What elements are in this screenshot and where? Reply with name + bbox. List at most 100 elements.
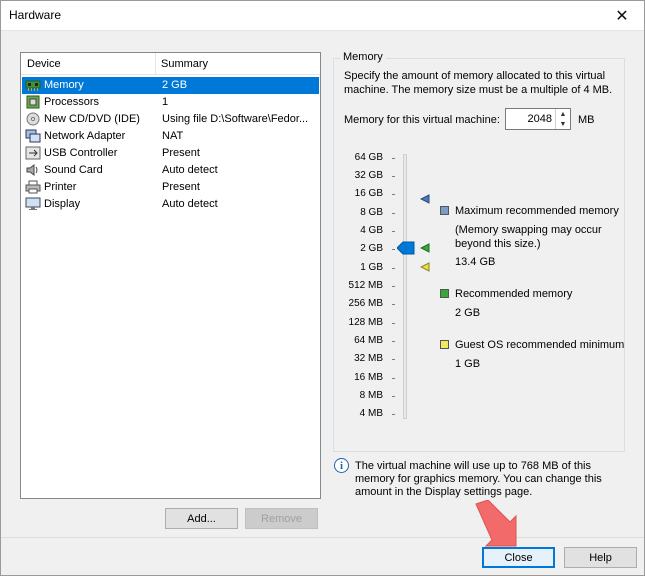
slider-tickmark [392, 359, 395, 360]
device-row-display[interactable]: Display Auto detect [22, 196, 319, 213]
device-name: Sound Card [44, 164, 103, 176]
max-recommended-value: 13.4 GB [455, 256, 496, 268]
device-summary: 1 [162, 96, 169, 108]
device-row-cd-dvd[interactable]: New CD/DVD (IDE) Using file D:\Software\… [22, 111, 319, 128]
column-separator[interactable] [155, 53, 156, 75]
slider-tick-label: 32 MB [354, 353, 383, 364]
slider-tickmark [392, 176, 395, 177]
slider-tick-label: 8 MB [359, 390, 383, 401]
slider-tickmark [392, 341, 395, 342]
slider-tick-label: 16 GB [354, 188, 383, 199]
remove-button[interactable]: Remove [245, 508, 318, 529]
help-button[interactable]: Help [564, 547, 637, 568]
device-row-processors[interactable]: Processors 1 [22, 94, 319, 111]
recommended-marker-icon [420, 243, 430, 253]
slider-tickmark [392, 158, 395, 159]
sound-card-icon [26, 164, 38, 176]
slider-tickmark [392, 304, 395, 305]
device-summary: NAT [162, 130, 184, 142]
close-icon[interactable]: ✕ [599, 0, 645, 31]
device-row-usb-controller[interactable]: USB Controller Present [22, 145, 319, 162]
minimum-swatch-icon [440, 340, 449, 349]
device-summary: 2 GB [162, 79, 188, 91]
memory-value[interactable]: 2048 [528, 113, 552, 125]
device-name: USB Controller [44, 147, 118, 159]
slider-tickmark [392, 213, 395, 214]
slider-tickmark [392, 378, 395, 379]
slider-tick-label: 4 MB [359, 408, 383, 419]
slider-tick-label: 32 GB [354, 170, 383, 181]
max-recommended-title: Maximum recommended memory [455, 205, 619, 217]
device-name: Memory [44, 79, 84, 91]
slider-tick-label: 16 MB [354, 372, 383, 383]
spin-down-icon[interactable]: ▼ [555, 119, 570, 129]
memory-description: Specify the amount of memory allocated t… [344, 70, 613, 96]
slider-tick-label: 1 GB [360, 262, 383, 273]
column-header-summary[interactable]: Summary [161, 58, 208, 70]
minimum-title: Guest OS recommended minimum [455, 339, 625, 351]
device-name: New CD/DVD (IDE) [44, 113, 140, 125]
slider-tickmark [392, 268, 395, 269]
memory-group-label: Memory [340, 51, 386, 63]
device-summary: Auto detect [162, 198, 218, 210]
slider-tickmark [392, 414, 395, 415]
device-list[interactable]: Device Summary Memory 2 GB Processors 1 … [20, 52, 321, 499]
max-recommended-marker-icon [420, 194, 430, 204]
usb-icon [25, 146, 41, 160]
device-summary: Present [162, 147, 200, 159]
slider-tick-label: 64 MB [354, 335, 383, 346]
slider-tickmark [392, 323, 395, 324]
device-row-printer[interactable]: Printer Present [22, 179, 319, 196]
slider-tick-label: 512 MB [348, 280, 383, 291]
device-summary: Using file D:\Software\Fedor... [162, 113, 309, 125]
device-name: Printer [44, 181, 77, 193]
max-recommended-swatch-icon [440, 206, 449, 215]
minimum-value: 1 GB [455, 358, 481, 370]
slider-tickmark [392, 231, 395, 232]
slider-tickmark [392, 249, 395, 250]
window-title: Hardware [9, 8, 62, 22]
slider-tickmark [392, 286, 395, 287]
printer-icon [25, 180, 41, 194]
device-name: Processors [44, 96, 100, 108]
recommended-title: Recommended memory [455, 288, 573, 300]
memory-slider-track[interactable] [403, 154, 407, 419]
memory-icon [25, 80, 41, 91]
device-row-memory[interactable]: Memory 2 GB [22, 77, 319, 94]
minimum-marker-icon [420, 262, 430, 272]
max-recommended-note: (Memory swapping may occur beyond this s… [455, 224, 602, 250]
memory-spinbox[interactable]: 2048 ▲ ▼ [505, 108, 571, 130]
add-button[interactable]: Add... [165, 508, 238, 529]
slider-tick-label: 256 MB [348, 298, 383, 309]
column-header-device[interactable]: Device [27, 58, 61, 70]
device-row-sound-card[interactable]: Sound Card Auto detect [22, 162, 319, 179]
list-header: Device Summary [21, 53, 320, 75]
network-adapter-icon [25, 129, 41, 143]
device-summary: Auto detect [162, 164, 218, 176]
footer-separator [0, 537, 645, 538]
slider-tickmark [392, 194, 395, 195]
device-name: Network Adapter [44, 130, 126, 142]
device-row-network-adapter[interactable]: Network Adapter NAT [22, 128, 319, 145]
memory-slider-thumb[interactable] [397, 241, 415, 255]
cd-dvd-icon [26, 112, 40, 126]
processor-icon [26, 95, 40, 109]
memory-unit: MB [578, 114, 595, 126]
slider-tick-label: 4 GB [360, 225, 383, 236]
device-summary: Present [162, 181, 200, 193]
slider-tickmark [392, 396, 395, 397]
title-bar: Hardware ✕ [0, 0, 645, 31]
recommended-value: 2 GB [455, 307, 481, 319]
slider-tick-label: 64 GB [354, 152, 383, 163]
spin-up-icon[interactable]: ▲ [555, 109, 570, 119]
close-button[interactable]: Close [482, 547, 555, 568]
memory-field-label: Memory for this virtual machine: [344, 114, 500, 126]
info-icon: i [334, 458, 349, 473]
slider-tick-label: 128 MB [348, 317, 383, 328]
recommended-swatch-icon [440, 289, 449, 298]
pointer-arrow-icon [475, 500, 517, 547]
device-name: Display [44, 198, 81, 210]
slider-tick-label: 2 GB [360, 243, 383, 254]
display-icon [25, 197, 41, 210]
slider-tick-label: 8 GB [360, 207, 383, 218]
